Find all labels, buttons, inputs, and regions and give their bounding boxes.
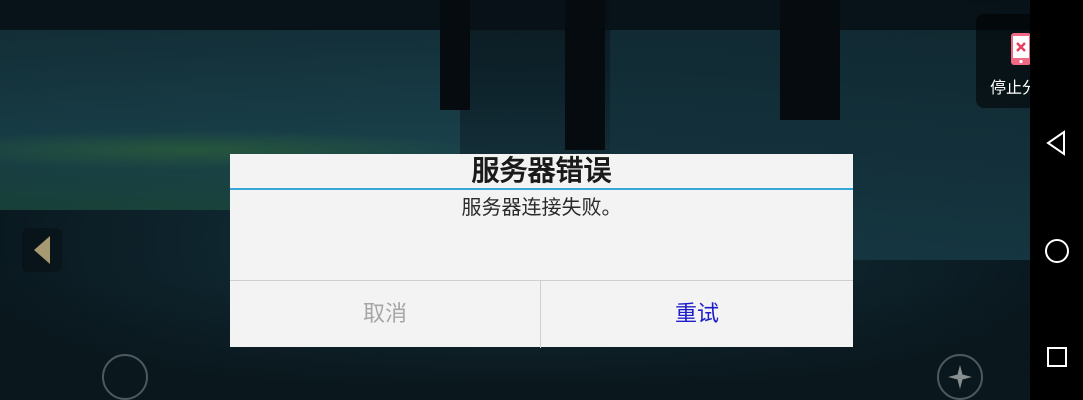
dialog-message: 服务器连接失败。 <box>461 195 622 219</box>
scene-pillar <box>780 0 840 120</box>
retry-button[interactable]: 重试 <box>541 281 853 348</box>
left-arrow-button[interactable] <box>22 228 62 272</box>
phone-stop-icon <box>1011 33 1031 65</box>
dialog-title: 服务器错误 <box>471 154 612 187</box>
recents-square-icon[interactable] <box>1042 342 1072 372</box>
cancel-button[interactable]: 取消 <box>230 281 541 348</box>
dialog-button-row: 取消 重试 <box>230 280 853 348</box>
circle-button-icon[interactable] <box>102 354 148 400</box>
scene-pillar <box>565 0 605 150</box>
compass-button[interactable] <box>937 354 983 400</box>
scene-top-beam <box>0 0 1030 30</box>
left-arrow-icon <box>34 236 50 264</box>
home-circle-icon[interactable] <box>1042 236 1072 266</box>
dialog-title-divider <box>230 188 853 190</box>
scene-pillar <box>440 0 470 110</box>
compass-star-icon <box>948 365 972 389</box>
back-triangle-icon[interactable] <box>1042 128 1072 158</box>
system-navigation-bar <box>1030 0 1083 400</box>
server-error-dialog: 服务器错误 服务器连接失败。 取消 重试 <box>230 154 853 348</box>
